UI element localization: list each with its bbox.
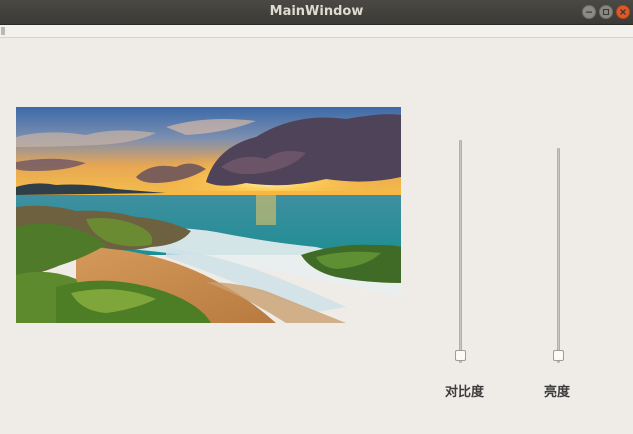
contrast-label: 对比度 <box>445 385 485 400</box>
title-bar[interactable]: MainWindow <box>0 0 633 25</box>
contrast-slider-groove[interactable] <box>459 140 462 363</box>
maximize-button[interactable] <box>599 5 613 19</box>
main-window: MainWindow 对比度 亮度 <box>0 0 633 434</box>
menu-bar <box>0 25 633 38</box>
window-title: MainWindow <box>269 4 364 19</box>
brightness-slider[interactable] <box>552 148 566 363</box>
toolbar-grip-handle[interactable] <box>1 27 5 35</box>
minimize-button[interactable] <box>582 5 596 19</box>
close-button[interactable] <box>616 5 630 19</box>
close-icon <box>620 9 626 15</box>
brightness-label: 亮度 <box>544 385 571 400</box>
brightness-slider-handle[interactable] <box>553 350 564 361</box>
image-display <box>16 107 401 323</box>
brightness-slider-groove[interactable] <box>557 148 560 363</box>
contrast-slider-handle[interactable] <box>455 350 466 361</box>
contrast-slider[interactable] <box>454 140 468 363</box>
beach-sunset-photo <box>16 107 401 323</box>
maximize-icon <box>602 8 610 16</box>
minimize-icon <box>586 11 592 13</box>
